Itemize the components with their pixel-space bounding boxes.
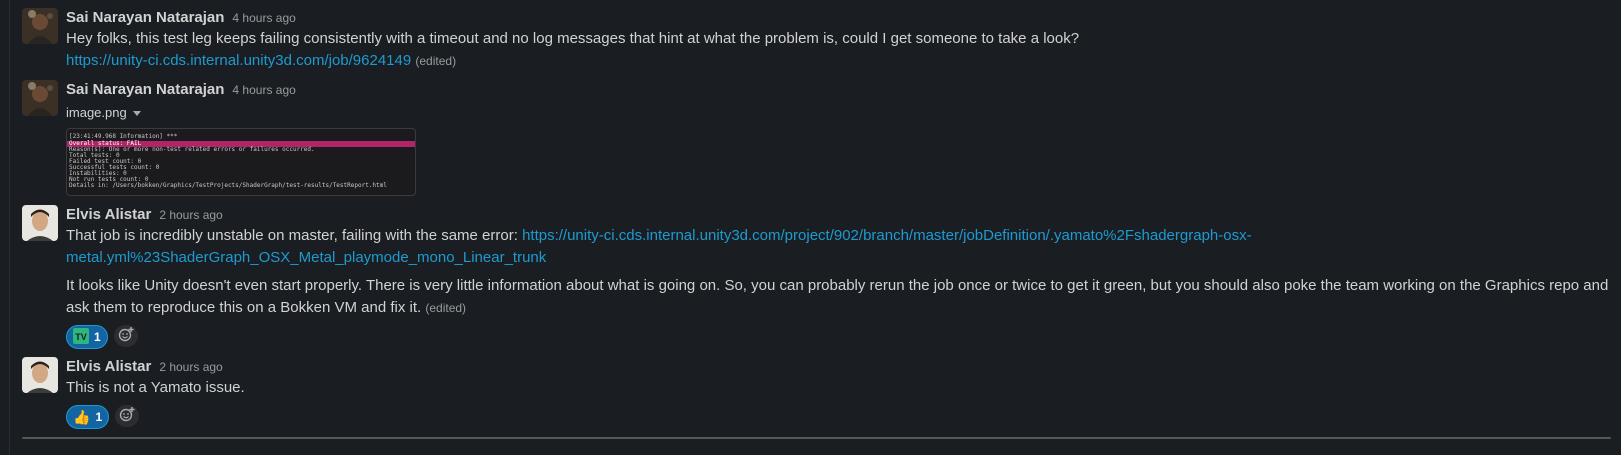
avatar[interactable] xyxy=(22,357,58,393)
reaction-count: 1 xyxy=(95,410,103,424)
image-attachment[interactable]: [23:41:49.968 Information] *** Overall s… xyxy=(66,128,416,196)
reaction-count: 1 xyxy=(94,330,101,344)
author-name[interactable]: Sai Narayan Natarajan xyxy=(66,81,224,98)
add-emoji-icon xyxy=(118,326,134,346)
reaction-button[interactable]: 👍 1 xyxy=(66,405,110,429)
author-name[interactable]: Sai Narayan Natarajan xyxy=(66,9,224,26)
edited-label: (edited) xyxy=(415,54,457,68)
timestamp[interactable]: 2 hours ago xyxy=(159,360,222,374)
message-text: ask them to reproduce this on a Bokken V… xyxy=(66,299,422,316)
edited-label: (edited) xyxy=(425,301,467,315)
author-name[interactable]: Elvis Alistar xyxy=(66,358,151,375)
message-text: This is not a Yamato issue. xyxy=(66,379,245,396)
file-name: image.png xyxy=(66,105,127,120)
file-name-toggle[interactable]: image.png xyxy=(66,102,1611,124)
add-reaction-button[interactable] xyxy=(113,325,138,347)
timestamp[interactable]: 4 hours ago xyxy=(232,11,295,25)
add-reaction-button[interactable] xyxy=(115,405,140,427)
author-name[interactable]: Elvis Alistar xyxy=(66,206,151,223)
avatar[interactable] xyxy=(22,80,58,116)
timestamp[interactable]: 2 hours ago xyxy=(159,208,222,222)
message-text: Hey folks, this test leg keeps failing c… xyxy=(66,30,1080,47)
job-definition-link-continued[interactable]: metal.yml%23ShaderGraph_OSX_Metal_playmo… xyxy=(66,249,546,266)
thumbs-up-icon: 👍 xyxy=(73,408,91,425)
message-text: It looks like Unity doesn't even start p… xyxy=(66,277,1609,294)
add-emoji-icon xyxy=(119,406,135,426)
job-definition-link[interactable]: https://unity-ci.cds.internal.unity3d.co… xyxy=(522,227,1252,244)
svg-text:TV: TV xyxy=(75,332,87,342)
avatar[interactable] xyxy=(22,8,58,44)
left-rail xyxy=(0,0,10,455)
image-line: Details in: /Users/bokken/Graphics/TestP… xyxy=(69,182,387,189)
job-link[interactable]: https://unity-ci.cds.internal.unity3d.co… xyxy=(66,52,411,69)
composer-top-border xyxy=(22,437,1611,439)
chevron-down-icon[interactable] xyxy=(132,111,141,117)
reaction-button[interactable]: TV 1 xyxy=(66,325,108,349)
message-text: That job is incredibly unstable on maste… xyxy=(66,227,518,244)
avatar[interactable] xyxy=(22,205,58,241)
tv-emoji-icon: TV xyxy=(73,327,89,347)
timestamp[interactable]: 4 hours ago xyxy=(232,83,295,97)
